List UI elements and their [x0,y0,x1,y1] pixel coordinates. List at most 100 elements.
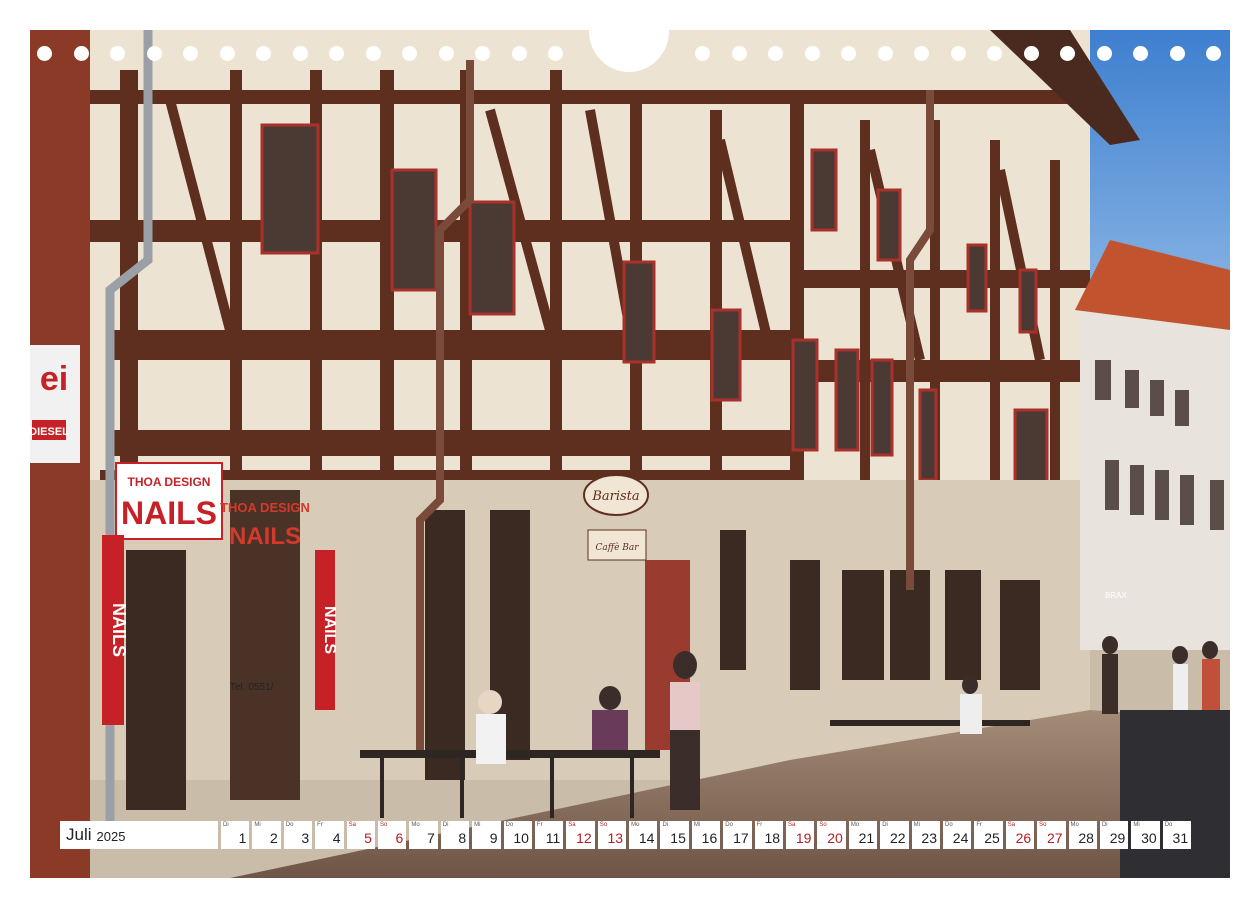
day-number: 11 [545,830,561,846]
day-abbr: Sa [1007,822,1016,828]
day-cell: Fr 11 [534,821,564,849]
day-abbr: Di [882,822,888,828]
day-abbr: Sa [348,822,356,828]
day-number: 1 [238,830,247,846]
day-number: 27 [1046,830,1063,846]
day-number: 12 [576,830,592,846]
nails-hanging-sign: THOA DESIGN NAILS [115,462,223,540]
day-number: 28 [1078,830,1094,846]
day-cell: Mo 7 [409,821,438,849]
day-cell: Mi 2 [252,821,281,849]
nails-sign-main: NAILS [121,495,217,531]
day-cell: Do 10 [503,821,532,849]
day-cell: Di 29 [1099,821,1129,849]
day-abbr: So [379,822,388,828]
day-abbr: Mo [850,822,860,828]
day-number: 3 [301,830,310,846]
day-abbr: Do [1164,822,1173,828]
day-cell: Mo 21 [848,821,878,849]
day-abbr: Mo [1070,822,1079,828]
day-number: 13 [607,830,624,846]
day-cell: Do 17 [723,821,752,849]
cafe-sign-text: Barista [591,489,639,504]
cafe-board-text: Caffè Bar [595,542,639,553]
day-cell: Do 31 [1162,821,1192,849]
day-number: 16 [701,830,718,846]
day-cell: Mo 28 [1068,821,1097,849]
day-abbr: So [599,822,608,828]
day-cell: Mo 14 [629,821,658,849]
day-number: 5 [364,830,372,846]
nails-window-text: THOA DESIGN NAILS [220,500,310,550]
day-abbr: Mo [631,822,640,828]
street-photo: THOA DESIGN NAILS THOA DESIGN NAILS NAIL… [30,30,1230,878]
day-number: 6 [395,830,404,846]
left-sign-top: ei [40,360,68,398]
day-number: 4 [332,830,341,846]
calendar-page: THOA DESIGN NAILS THOA DESIGN NAILS NAIL… [30,30,1230,878]
vertical-left-text: NAILS [109,603,129,657]
day-cell: Mi 9 [472,821,501,849]
day-number: 19 [795,830,812,846]
day-abbr: Mi [693,822,701,828]
day-cell: Di 22 [880,821,909,849]
day-number: 23 [921,830,937,846]
day-cell: So 27 [1037,821,1066,849]
day-number: 24 [952,830,969,846]
day-abbr: Fr [756,822,763,828]
day-abbr: Mi [474,822,481,828]
month-name: Juli [66,825,92,844]
day-number: 25 [984,830,1000,846]
day-cell: Di 1 [221,821,250,849]
day-abbr: So [1039,822,1047,828]
day-number: 14 [638,830,655,846]
vertical-nails-right: NAILS [315,550,338,710]
day-cell: So 13 [597,821,627,849]
day-cell: Sa 12 [566,821,595,849]
day-abbr: Di [442,822,449,828]
day-cell: So 20 [817,821,846,849]
day-abbr: Fr [536,822,543,828]
day-number: 31 [1172,830,1189,846]
day-number: 8 [458,830,467,846]
day-cell: So 6 [377,821,407,849]
day-cell: Di 8 [440,821,470,849]
stacked-chairs [1120,710,1230,878]
day-cell: Mi 23 [911,821,940,849]
day-abbr: Mi [1133,822,1140,828]
day-abbr: So [819,822,827,828]
day-number: 20 [827,830,843,846]
day-abbr: Mo [411,822,420,828]
day-cells: Di 1 Mi 2 Do 3 Fr 4 Sa 5 So 6 Mo 7 Di 8 Mi 9 Do 10 Fr 11 Sa 12 S… [221,821,1194,849]
vertical-right-text: NAILS [321,606,338,654]
shop-far-sign: BRAX [1105,591,1127,600]
day-abbr: Sa [568,822,576,828]
day-number: 26 [1015,830,1032,846]
day-cell: Do 24 [942,821,972,849]
day-number: 9 [489,830,498,846]
day-cell: Di 15 [660,821,689,849]
day-abbr: Do [285,822,294,828]
day-number: 21 [858,830,875,846]
day-number: 17 [733,830,749,846]
day-number: 2 [269,830,278,846]
day-cell: Do 3 [283,821,313,849]
window-main: NAILS [229,523,301,550]
day-cell: Sa 19 [786,821,815,849]
day-abbr: Do [725,822,733,828]
window-brand: THOA DESIGN [220,500,310,515]
day-cell: Sa 26 [1005,821,1035,849]
left-store-sign: ei DIESEL [30,345,80,463]
nails-sign-brand: THOA DESIGN [128,475,211,489]
day-abbr: Di [223,822,229,828]
day-abbr: Fr [317,822,323,828]
day-number: 10 [513,830,529,846]
day-abbr: Mi [254,822,261,828]
calendar-strip: Juli 2025 Di 1 Mi 2 Do 3 Fr 4 Sa 5 So 6 Mo 7 Di 8 Mi 9 Do 1… [60,821,1230,849]
day-number: 18 [764,830,781,846]
day-number: 29 [1109,830,1126,846]
day-cell: Mi 16 [691,821,721,849]
day-abbr: Mi [913,822,920,828]
day-number: 15 [670,830,686,846]
day-number: 7 [426,830,435,846]
